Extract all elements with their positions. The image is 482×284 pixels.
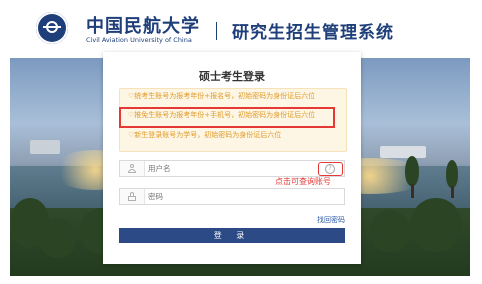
help-icon[interactable]: ? xyxy=(325,164,335,174)
password-input[interactable] xyxy=(148,191,308,202)
forgot-password-link[interactable]: 找回密码 xyxy=(317,215,345,225)
site-header: 中国民航大学 Civil Aviation University of Chin… xyxy=(0,0,482,58)
password-field[interactable] xyxy=(119,188,345,205)
username-prefix xyxy=(120,161,145,176)
password-prefix xyxy=(120,189,145,204)
lock-icon xyxy=(128,192,136,201)
user-icon xyxy=(128,164,136,173)
system-title: 研究生招生管理系统 xyxy=(232,23,394,43)
notice-line-3: ♡新生登录账号为学号，初始密码为身份证后六位 xyxy=(128,131,282,139)
login-panel: 硕士考生登录 ♡统考生账号为报考年份+报名号，初始密码为身份证后六位 ♡推免生账… xyxy=(103,52,361,264)
annotation-text: 点击可查询账号 xyxy=(275,177,331,186)
university-logo xyxy=(36,12,68,44)
university-name-cn: 中国民航大学 xyxy=(86,16,200,37)
header-divider xyxy=(216,22,217,40)
university-name-en: Civil Aviation University of China xyxy=(86,36,192,44)
login-button[interactable]: 登 录 xyxy=(119,228,345,243)
notice-highlight-box xyxy=(119,107,335,128)
username-input[interactable] xyxy=(148,163,308,174)
notice-line-1: ♡统考生账号为报考年份+报名号，初始密码为身份证后六位 xyxy=(128,92,316,100)
page: 中国民航大学 Civil Aviation University of Chin… xyxy=(0,0,482,284)
username-field[interactable] xyxy=(119,160,345,177)
login-title: 硕士考生登录 xyxy=(199,70,265,83)
